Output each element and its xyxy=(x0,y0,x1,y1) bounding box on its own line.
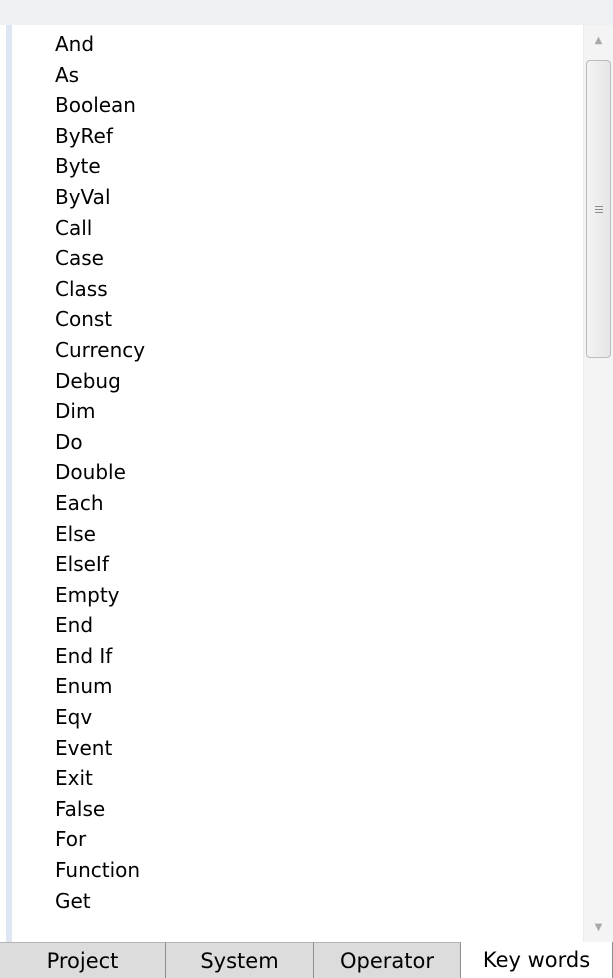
tab-label: Project xyxy=(46,948,119,973)
keyword-item[interactable]: For xyxy=(55,824,145,855)
keyword-item[interactable]: As xyxy=(55,60,145,91)
tab-project[interactable]: Project xyxy=(0,942,166,978)
keyword-item[interactable]: Boolean xyxy=(55,90,145,121)
keyword-item[interactable]: ElseIf xyxy=(55,549,145,580)
keyword-item[interactable]: Class xyxy=(55,274,145,305)
keyword-item[interactable]: ByVal xyxy=(55,182,145,213)
tab-system[interactable]: System xyxy=(166,942,314,978)
scroll-down-arrow-icon[interactable]: ▼ xyxy=(584,912,613,942)
keyword-item[interactable]: Each xyxy=(55,488,145,519)
keyword-list-panel[interactable]: And As Boolean ByRef Byte ByVal Call Case Class C… xyxy=(12,25,583,942)
keyword-item[interactable]: Get xyxy=(55,886,145,917)
scroll-up-arrow-icon[interactable]: ▲ xyxy=(584,25,613,55)
vertical-scrollbar[interactable]: ▲ ▼ xyxy=(583,25,613,942)
keyword-list: And As Boolean ByRef Byte ByVal Call Case Class C… xyxy=(55,29,145,916)
keyword-item[interactable]: Currency xyxy=(55,335,145,366)
tab-label: Key words xyxy=(482,948,591,972)
keyword-item[interactable]: False xyxy=(55,794,145,825)
keyword-item[interactable]: Event xyxy=(55,733,145,764)
keyword-item[interactable]: Dim xyxy=(55,396,145,427)
panel-header xyxy=(0,0,613,25)
keyword-item[interactable]: And xyxy=(55,29,145,60)
tab-operator[interactable]: Operator xyxy=(314,942,461,978)
keyword-item[interactable]: Enum xyxy=(55,671,145,702)
keyword-item[interactable]: Debug xyxy=(55,366,145,397)
tab-bar: Project System Operator Key words xyxy=(0,942,613,978)
keyword-item[interactable]: Function xyxy=(55,855,145,886)
keyword-item[interactable]: Eqv xyxy=(55,702,145,733)
keyword-item[interactable]: Case xyxy=(55,243,145,274)
keyword-item[interactable]: Byte xyxy=(55,151,145,182)
keyword-item[interactable]: Double xyxy=(55,457,145,488)
grip-icon xyxy=(594,205,603,213)
keyword-item[interactable]: End If xyxy=(55,641,145,672)
tab-label: System xyxy=(200,948,279,973)
tab-key-words[interactable]: Key words xyxy=(461,942,613,978)
keyword-item[interactable]: Const xyxy=(55,304,145,335)
tab-label: Operator xyxy=(340,948,434,973)
keyword-item[interactable]: Exit xyxy=(55,763,145,794)
keyword-item[interactable]: End xyxy=(55,610,145,641)
keyword-item[interactable]: ByRef xyxy=(55,121,145,152)
scroll-thumb[interactable] xyxy=(586,60,611,358)
keyword-item[interactable]: Do xyxy=(55,427,145,458)
keyword-item[interactable]: Empty xyxy=(55,580,145,611)
keyword-item[interactable]: Else xyxy=(55,519,145,550)
keyword-item[interactable]: Call xyxy=(55,213,145,244)
